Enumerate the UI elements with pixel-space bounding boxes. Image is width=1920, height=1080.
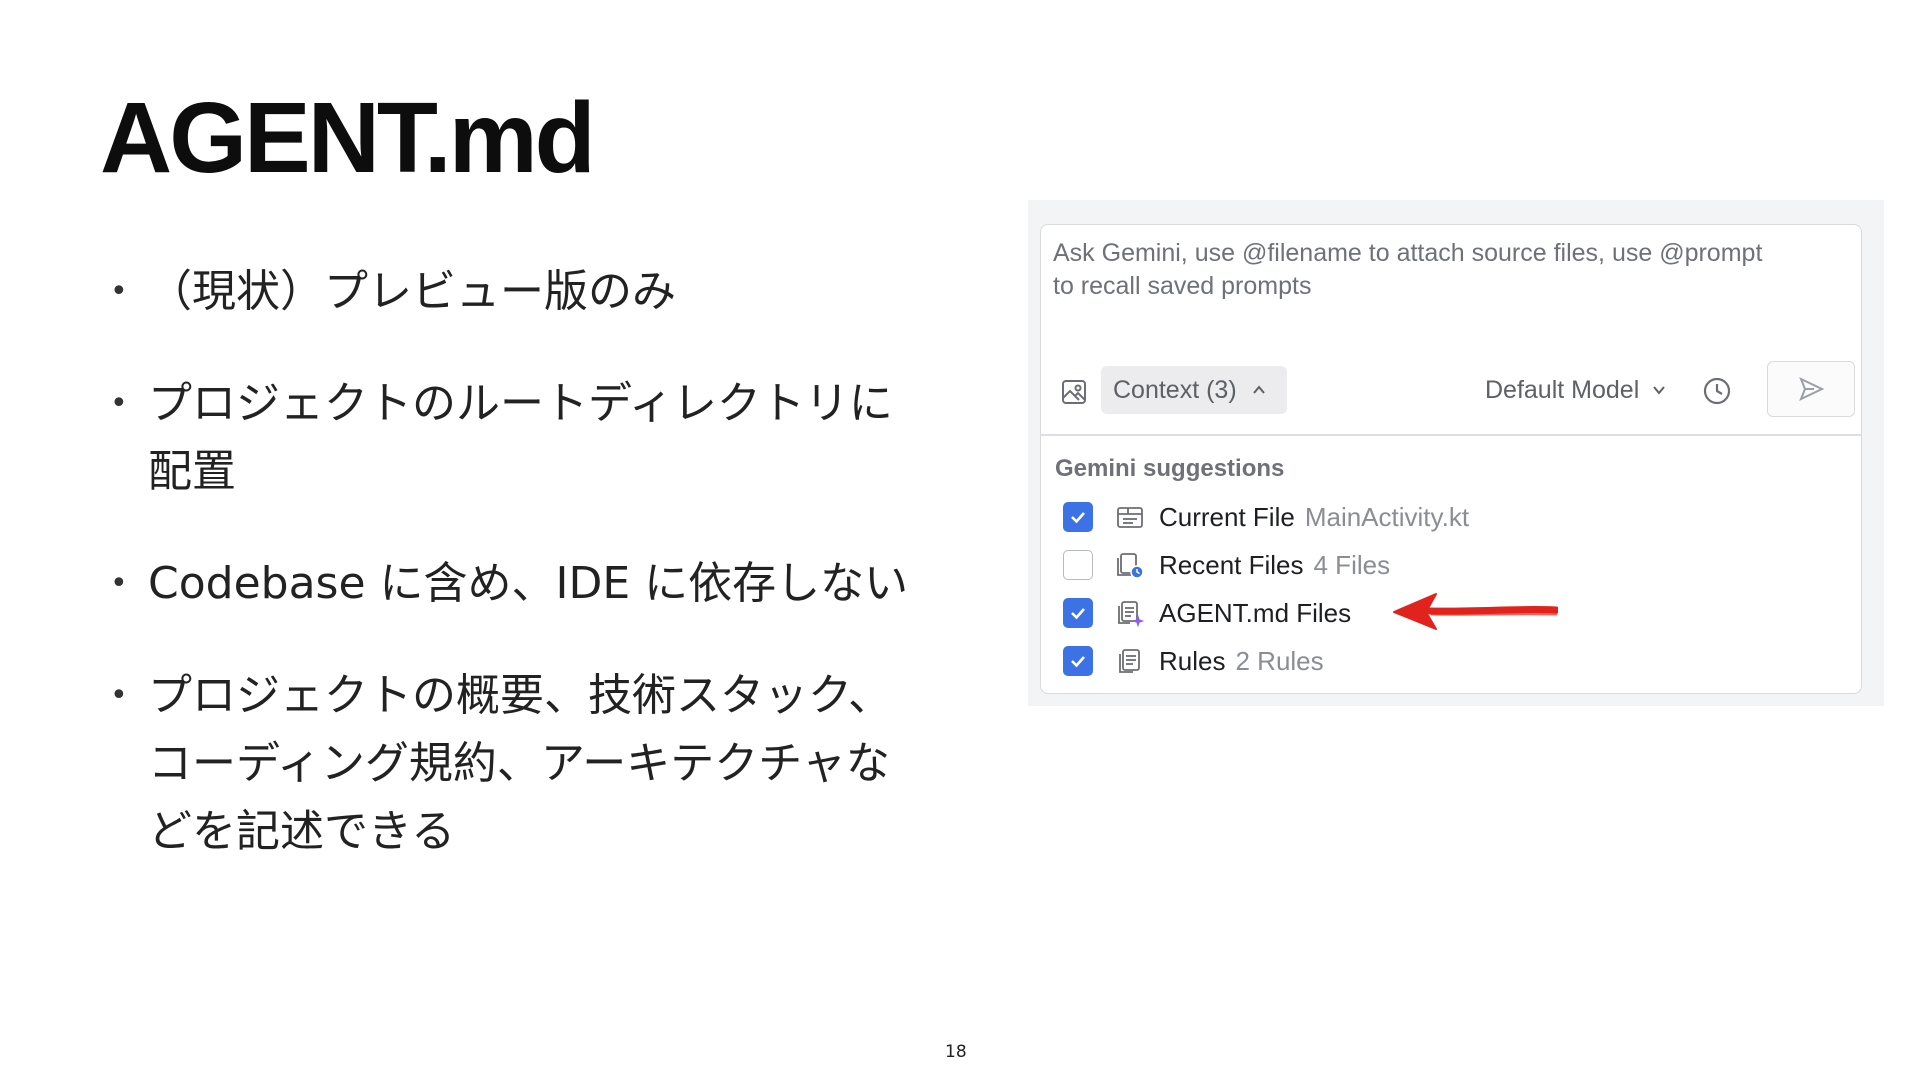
checkbox-checked[interactable] xyxy=(1063,646,1093,676)
bullet-dot: • xyxy=(110,274,128,309)
bullet-dot: • xyxy=(110,678,128,713)
model-label: Default Model xyxy=(1485,375,1640,404)
suggestion-rules[interactable]: Rules 2 Rules xyxy=(1063,637,1843,685)
context-label: Context (3) xyxy=(1113,375,1237,404)
prompt-input[interactable]: Ask Gemini, use @filename to attach sour… xyxy=(1053,237,1853,303)
chevron-down-icon xyxy=(1653,386,1666,395)
suggestion-detail: 2 Rules xyxy=(1235,645,1324,676)
suggestion-label: Current File xyxy=(1159,501,1295,532)
suggestion-detail: 4 Files xyxy=(1313,549,1391,580)
bullet-line: 配置 xyxy=(148,446,236,497)
send-button[interactable] xyxy=(1767,361,1855,417)
checkbox-checked[interactable] xyxy=(1063,502,1093,532)
image-icon[interactable] xyxy=(1059,377,1089,407)
bullet-line: どを記述できる xyxy=(148,806,456,857)
bullet-item: • プロジェクトの概要、技術スタック、 コーディング規約、アーキテクチャな どを… xyxy=(110,662,1010,866)
suggestion-label: Rules xyxy=(1159,645,1226,676)
red-annotation-arrow-icon xyxy=(1393,593,1558,630)
agent-file-icon xyxy=(1115,598,1145,628)
suggestion-recent-files[interactable]: Recent Files 4 Files xyxy=(1063,541,1843,589)
recent-files-icon xyxy=(1115,550,1145,580)
send-icon xyxy=(1799,376,1825,402)
bullet-line: コーディング規約、アーキテクチャな xyxy=(148,738,890,789)
suggestion-detail: MainActivity.kt xyxy=(1304,501,1470,532)
section-divider xyxy=(1041,434,1861,436)
rules-icon xyxy=(1115,646,1145,676)
chat-toolbar: Context (3) Default Model xyxy=(1041,361,1861,417)
current-file-icon xyxy=(1115,502,1145,532)
bullet-item: • Codebase に含め、IDE に依存しない xyxy=(110,550,1010,618)
model-selector[interactable]: Default Model xyxy=(1485,366,1667,414)
suggestions-title: Gemini suggestions xyxy=(1055,455,1285,482)
suggestions-list: Current File MainActivity.kt Recent File… xyxy=(1063,493,1843,685)
bullet-item: • プロジェクトのルートディレクトリに 配置 xyxy=(110,370,1010,506)
bullet-line: Codebase に含め、IDE に依存しない xyxy=(148,558,909,609)
chevron-up-icon xyxy=(1252,385,1265,394)
bullet-line: プロジェクトの概要、技術スタック、 xyxy=(148,670,893,721)
bullet-list: • （現状）プレビュー版のみ • プロジェクトのルートディレクトリに 配置 • … xyxy=(110,258,1010,910)
suggestion-label: AGENT.md Files xyxy=(1159,597,1352,628)
context-button[interactable]: Context (3) xyxy=(1101,366,1287,414)
bullet-line: プロジェクトのルートディレクトリに xyxy=(148,378,893,429)
bullet-item: • （現状）プレビュー版のみ xyxy=(110,258,1010,326)
bullet-dot: • xyxy=(110,386,128,421)
suggestion-label: Recent Files xyxy=(1159,549,1304,580)
checkbox-unchecked[interactable] xyxy=(1063,550,1093,580)
page-number: 18 xyxy=(945,1042,967,1062)
checkbox-checked[interactable] xyxy=(1063,598,1093,628)
suggestion-current-file[interactable]: Current File MainActivity.kt xyxy=(1063,493,1843,541)
bullet-line: （現状）プレビュー版のみ xyxy=(148,266,676,317)
bullet-dot: • xyxy=(110,566,128,601)
clock-icon[interactable] xyxy=(1701,375,1733,407)
slide-title: AGENT.md xyxy=(100,82,596,194)
